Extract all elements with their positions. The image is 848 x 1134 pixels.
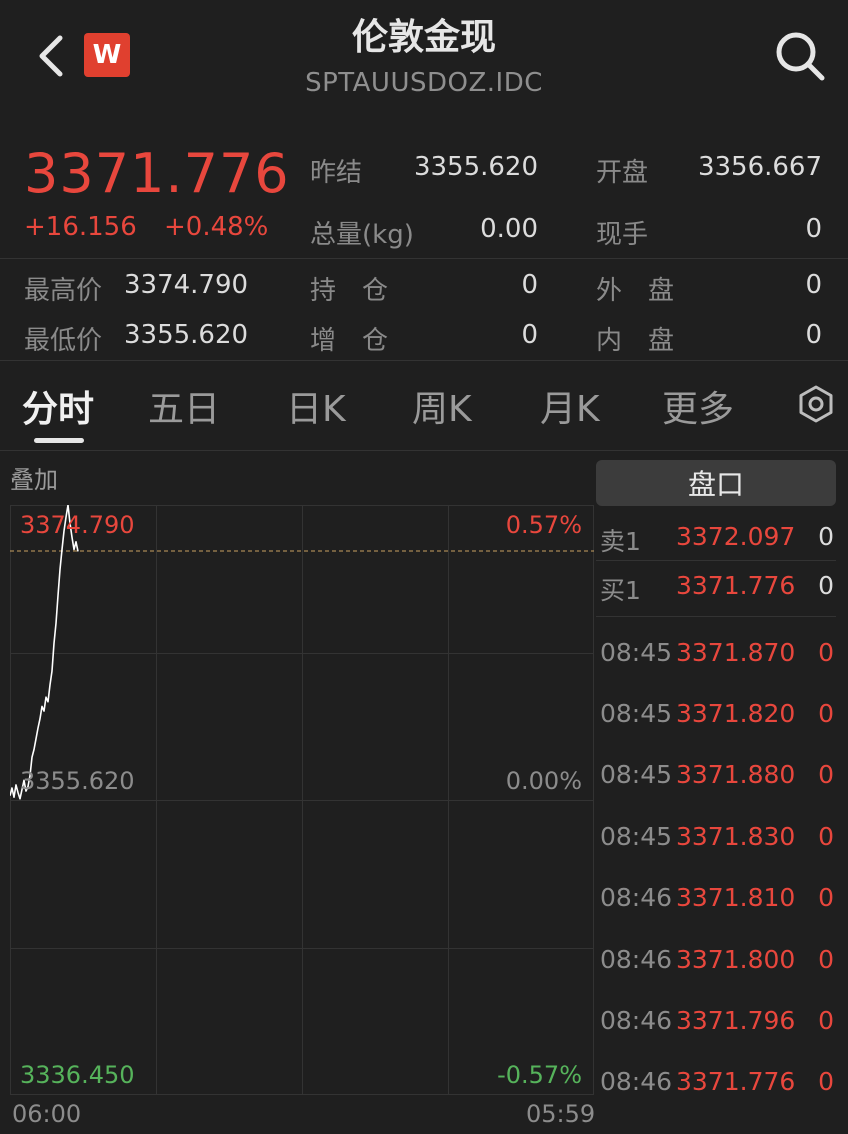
trade-price: 3371.776 [676,1067,796,1096]
trade-price: 3371.820 [676,699,796,728]
add-position-label: 增 仓 [310,326,389,356]
intraday-chart[interactable]: 3374.790 0.57% 3355.620 0.00% 3336.450 -… [10,505,594,1095]
y-axis-mid-price: 3355.620 [20,767,135,795]
current-hand-value: 0 [805,214,822,244]
price-series-line [10,505,79,800]
divider [0,360,848,361]
trade-price: 3371.880 [676,760,796,789]
trade-time: 08:45 [600,760,673,789]
y-axis-bottom-price: 3336.450 [20,1061,135,1089]
divider [596,560,836,561]
trade-qty: 0 [818,945,834,974]
divider [0,450,848,451]
trade-qty: 0 [818,760,834,789]
ask-qty: 0 [818,522,834,551]
y-axis-top-price: 3374.790 [20,511,135,539]
open-interest-value: 0 [521,270,538,300]
chart-canvas [10,505,594,1095]
tab-more[interactable]: 更多 [662,380,734,432]
inner-volume-label: 内 盘 [596,326,675,356]
trade-row: 08:45 3371.830 0 [596,822,848,862]
trade-time: 08:46 [600,1006,673,1035]
low-value: 3355.620 [124,320,249,350]
bid-qty: 0 [818,571,834,600]
trade-time: 08:46 [600,945,673,974]
gear-icon[interactable] [796,384,836,424]
trade-time: 08:46 [600,883,673,912]
prev-settle-value: 3355.620 [413,152,538,182]
outer-volume-value: 0 [805,270,822,300]
trade-price: 3371.870 [676,638,796,667]
volume-label: 总量(kg) [310,220,414,250]
trade-price: 3371.800 [676,945,796,974]
price-change: +16.156 [24,212,137,242]
trade-price: 3371.796 [676,1006,796,1035]
tab-five-day[interactable]: 五日 [148,380,220,432]
x-axis-start-time: 06:00 [12,1100,82,1128]
order-book-panel: 盘口 卖1 3372.097 0 买1 3371.776 0 08:45 337… [596,460,848,1134]
y-axis-bottom-percent: -0.57% [497,1061,582,1089]
tab-weekly-k[interactable]: 周K [412,380,472,432]
high-value: 3374.790 [124,270,249,300]
last-price: 3371.776 [24,142,290,205]
volume-value: 0.00 [480,214,538,244]
divider [596,616,836,617]
trade-qty: 0 [818,638,834,667]
overlay-button[interactable]: 叠加 [10,460,58,495]
trade-row: 08:46 3371.800 0 [596,945,848,985]
active-tab-indicator [34,438,84,443]
trade-row: 08:46 3371.810 0 [596,883,848,923]
bid-row: 买1 3371.776 0 [596,571,848,611]
tab-intraday[interactable]: 分时 [22,380,94,432]
trade-qty: 0 [818,883,834,912]
prev-settle-label: 昨结 [310,158,363,188]
quote-panel: 3371.776 +16.156 +0.48% 昨结 3355.620 开盘 3… [0,130,848,360]
trade-row: 08:45 3371.820 0 [596,699,848,739]
trade-qty: 0 [818,822,834,851]
current-hand-label: 现手 [596,220,649,250]
open-interest-label: 持 仓 [310,276,389,306]
inner-volume-value: 0 [805,320,822,350]
ask-price: 3372.097 [676,522,796,551]
tab-daily-k[interactable]: 日K [286,380,346,432]
search-icon[interactable] [770,26,828,84]
bid-label: 买1 [600,576,641,605]
open-label: 开盘 [596,158,649,188]
trade-row: 08:46 3371.796 0 [596,1006,848,1046]
x-axis-end-time: 05:59 [526,1100,596,1128]
symbol-code: SPTAUUSDOZ.IDC [305,68,543,98]
trade-price: 3371.810 [676,883,796,912]
trade-qty: 0 [818,1006,834,1035]
trade-row: 08:45 3371.880 0 [596,760,848,800]
y-axis-mid-percent: 0.00% [505,767,582,795]
trade-time: 08:46 [600,1067,673,1096]
divider [0,258,848,259]
y-axis-top-percent: 0.57% [505,511,582,539]
trade-time: 08:45 [600,822,673,851]
order-book-button[interactable]: 盘口 [596,460,836,506]
app-header: W 伦敦金现 SPTAUUSDOZ.IDC [0,0,848,120]
tab-monthly-k[interactable]: 月K [540,380,600,432]
outer-volume-label: 外 盘 [596,276,675,306]
trade-qty: 0 [818,1067,834,1096]
trade-row: 08:46 3371.776 0 [596,1067,848,1107]
ask-label: 卖1 [600,527,641,556]
open-value: 3356.667 [697,152,822,182]
chart-period-tabs: 分时 五日 日K 周K 月K 更多 [0,362,848,450]
trade-price: 3371.830 [676,822,796,851]
trade-time: 08:45 [600,699,673,728]
high-label: 最高价 [24,276,103,306]
trade-time: 08:45 [600,638,673,667]
page-title: 伦敦金现 [351,17,496,58]
add-position-value: 0 [521,320,538,350]
price-change-percent: +0.48% [164,212,269,242]
low-label: 最低价 [24,326,103,356]
bid-price: 3371.776 [676,571,796,600]
ask-row: 卖1 3372.097 0 [596,522,848,562]
trade-row: 08:45 3371.870 0 [596,638,848,678]
trade-qty: 0 [818,699,834,728]
